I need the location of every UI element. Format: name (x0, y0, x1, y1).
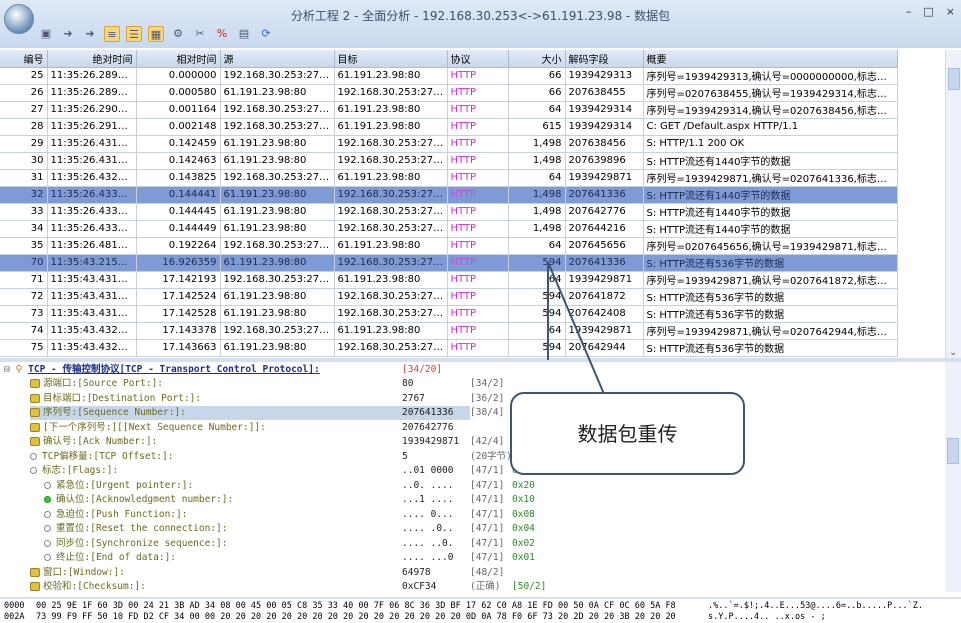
retransmission-callout: 数据包重传 (510, 392, 745, 475)
callout-pointer (547, 261, 605, 395)
